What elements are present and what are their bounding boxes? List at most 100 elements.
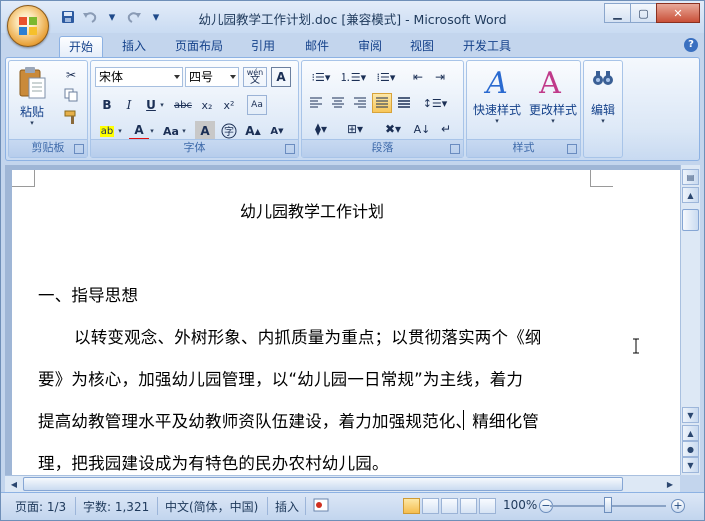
grow-font-icon[interactable]: A ▲ bbox=[243, 121, 263, 141]
vertical-scrollbar[interactable]: ▤ ▲ ▼ ▲ ● ▼ bbox=[680, 165, 700, 475]
zoom-slider-thumb[interactable] bbox=[604, 497, 612, 513]
help-icon[interactable]: ? bbox=[684, 38, 698, 52]
shading-icon[interactable]: ⧫▾ bbox=[306, 119, 336, 139]
format-painter-icon[interactable] bbox=[61, 107, 81, 127]
undo-icon[interactable] bbox=[81, 9, 99, 25]
show-marks-icon[interactable]: ↵ bbox=[436, 119, 456, 139]
tab-home[interactable]: 开始 bbox=[59, 36, 103, 58]
horizontal-scrollbar[interactable]: ◀ ▶ bbox=[5, 475, 680, 493]
copy-icon[interactable] bbox=[61, 85, 81, 105]
character-border-button[interactable]: A bbox=[271, 67, 291, 87]
paste-icon[interactable] bbox=[15, 65, 49, 101]
document-page[interactable]: 幼儿园教学工作计划 一、指导思想 以转变观念、外树形象、内抓质量为重点；以贯彻落… bbox=[12, 170, 680, 475]
highlight-dropdown-icon[interactable]: ▾ bbox=[115, 121, 125, 141]
font-name-combo[interactable]: 宋体 bbox=[95, 67, 183, 87]
save-icon[interactable] bbox=[59, 9, 77, 25]
language-indicator[interactable]: 中文(简体，中国) bbox=[165, 498, 258, 515]
quick-styles-icon[interactable]: A bbox=[477, 65, 517, 101]
increase-indent-icon[interactable]: ⇥ bbox=[430, 67, 450, 87]
font-color-icon[interactable]: A bbox=[129, 121, 149, 141]
font-color-dropdown-icon[interactable]: ▾ bbox=[147, 121, 157, 141]
bold-icon[interactable]: B bbox=[97, 95, 117, 115]
change-styles-dropdown-icon[interactable]: ▾ bbox=[525, 117, 581, 125]
customize-qat-icon[interactable]: ▾ bbox=[147, 9, 165, 25]
italic-icon[interactable]: I bbox=[119, 95, 139, 115]
change-styles-button-label[interactable]: 更改样式 bbox=[525, 101, 581, 118]
print-layout-view-icon[interactable] bbox=[403, 498, 420, 514]
editing-dropdown-icon[interactable]: ▾ bbox=[584, 117, 622, 125]
tab-mailings[interactable]: 邮件 bbox=[296, 36, 338, 57]
clear-formatting-icon[interactable]: Aa bbox=[247, 95, 267, 115]
align-right-icon[interactable] bbox=[350, 93, 370, 113]
quick-styles-button-label[interactable]: 快速样式 bbox=[469, 101, 525, 118]
minimize-button[interactable]: ▁ bbox=[604, 3, 631, 23]
previous-page-icon[interactable]: ▲ bbox=[682, 425, 699, 441]
change-case-dropdown-icon[interactable]: ▾ bbox=[179, 121, 189, 141]
full-screen-reading-view-icon[interactable] bbox=[422, 498, 439, 514]
scroll-left-icon[interactable]: ◀ bbox=[6, 477, 22, 492]
numbering-icon[interactable]: ⒈☰▾ bbox=[338, 67, 368, 87]
undo-dropdown-icon[interactable]: ▾ bbox=[103, 9, 121, 25]
scroll-up-icon[interactable]: ▲ bbox=[682, 187, 699, 203]
underline-dropdown-icon[interactable]: ▾ bbox=[157, 95, 167, 115]
font-dialog-launcher-icon[interactable] bbox=[285, 144, 295, 154]
next-page-icon[interactable]: ▼ bbox=[682, 457, 699, 473]
tab-review[interactable]: 审阅 bbox=[349, 36, 391, 57]
page-count[interactable]: 页面: 1/3 bbox=[15, 498, 66, 515]
draft-view-icon[interactable] bbox=[479, 498, 496, 514]
change-styles-icon[interactable]: A bbox=[529, 65, 571, 101]
maximize-button[interactable]: ▢ bbox=[630, 3, 657, 23]
zoom-in-icon[interactable]: + bbox=[671, 499, 685, 513]
enclose-characters-icon[interactable]: 字 bbox=[219, 121, 239, 141]
character-shading-icon[interactable]: A bbox=[195, 121, 215, 141]
outline-view-icon[interactable] bbox=[460, 498, 477, 514]
decrease-indent-icon[interactable]: ⇤ bbox=[408, 67, 428, 87]
bullets-icon[interactable]: ⁝☰▾ bbox=[306, 67, 336, 87]
borders-icon[interactable]: ⊞▾ bbox=[340, 119, 370, 139]
vertical-scroll-thumb[interactable] bbox=[682, 209, 699, 231]
clipboard-dialog-launcher-icon[interactable] bbox=[74, 144, 84, 154]
highlight-icon[interactable]: ab bbox=[97, 121, 117, 141]
subscript-icon[interactable]: x₂ bbox=[197, 95, 217, 115]
sort-icon[interactable]: A↓ bbox=[412, 119, 432, 139]
multilevel-list-icon[interactable]: ⁞☰▾ bbox=[370, 67, 402, 87]
paragraph-dialog-launcher-icon[interactable] bbox=[450, 144, 460, 154]
tab-developer[interactable]: 开发工具 bbox=[456, 36, 518, 57]
browse-object-icon[interactable]: ● bbox=[682, 441, 699, 457]
ruler-toggle-icon[interactable]: ▤ bbox=[682, 169, 699, 185]
tab-insert[interactable]: 插入 bbox=[113, 36, 155, 57]
shrink-font-icon[interactable]: A ▼ bbox=[267, 121, 287, 141]
web-layout-view-icon[interactable] bbox=[441, 498, 458, 514]
tab-view[interactable]: 视图 bbox=[401, 36, 443, 57]
tab-references[interactable]: 引用 bbox=[242, 36, 284, 57]
strikethrough-icon[interactable]: abc bbox=[173, 95, 193, 115]
scroll-down-icon[interactable]: ▼ bbox=[682, 407, 699, 423]
find-binoculars-icon[interactable] bbox=[588, 65, 618, 91]
office-button[interactable] bbox=[7, 5, 49, 47]
editing-button-label[interactable]: 编辑 bbox=[584, 101, 622, 118]
distributed-icon[interactable] bbox=[394, 93, 414, 113]
asian-layout-icon[interactable]: ✖▾ bbox=[378, 119, 408, 139]
zoom-level[interactable]: 100% bbox=[503, 498, 537, 512]
superscript-icon[interactable]: x² bbox=[219, 95, 239, 115]
close-button[interactable]: ✕ bbox=[656, 3, 700, 23]
cut-icon[interactable]: ✂ bbox=[61, 65, 81, 85]
paste-button-label[interactable]: 粘贴 bbox=[13, 103, 51, 120]
insert-mode[interactable]: 插入 bbox=[275, 498, 299, 515]
word-count[interactable]: 字数: 1,321 bbox=[83, 498, 149, 515]
styles-dialog-launcher-icon[interactable] bbox=[567, 144, 577, 154]
line-spacing-icon[interactable]: ↕☰▾ bbox=[420, 93, 450, 113]
font-size-combo[interactable]: 四号 bbox=[185, 67, 239, 87]
macro-record-icon[interactable] bbox=[313, 497, 329, 516]
align-left-icon[interactable] bbox=[306, 93, 326, 113]
phonetic-guide-button[interactable]: wén 文 bbox=[243, 67, 267, 87]
justify-icon[interactable] bbox=[372, 93, 392, 113]
change-case-icon[interactable]: Aa bbox=[161, 121, 181, 141]
scroll-right-icon[interactable]: ▶ bbox=[662, 477, 678, 492]
tab-page-layout[interactable]: 页面布局 bbox=[169, 36, 229, 57]
horizontal-scroll-thumb[interactable] bbox=[23, 477, 623, 491]
align-center-icon[interactable] bbox=[328, 93, 348, 113]
redo-icon[interactable] bbox=[125, 9, 143, 25]
paste-dropdown-icon[interactable]: ▾ bbox=[13, 119, 51, 127]
quick-styles-dropdown-icon[interactable]: ▾ bbox=[469, 117, 525, 125]
